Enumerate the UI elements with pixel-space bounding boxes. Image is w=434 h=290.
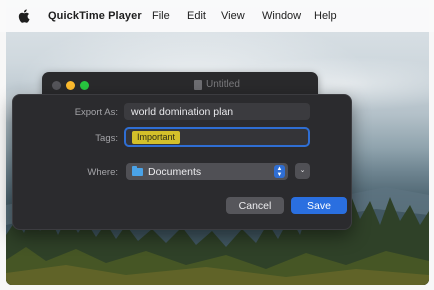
export-as-field[interactable]: world domination plan <box>124 103 310 120</box>
where-label: Where: <box>87 167 118 178</box>
select-stepper-icon: ▲ ▼ <box>274 165 285 178</box>
menu-window[interactable]: Window <box>262 10 301 22</box>
menu-file[interactable]: File <box>152 10 170 22</box>
tags-label: Tags: <box>95 133 118 144</box>
menu-view[interactable]: View <box>221 10 245 22</box>
document-icon <box>194 79 202 90</box>
menu-edit[interactable]: Edit <box>187 10 206 22</box>
menu-bar: QuickTime Player File Edit View Window H… <box>0 0 434 32</box>
save-button[interactable]: Save <box>291 197 347 214</box>
export-as-label: Export As: <box>74 107 118 118</box>
where-select[interactable]: Documents ▲ ▼ <box>126 163 288 180</box>
tags-field[interactable]: Important <box>124 127 310 147</box>
menu-app-name[interactable]: QuickTime Player <box>48 10 142 22</box>
minimize-button[interactable] <box>66 81 75 90</box>
cancel-button[interactable]: Cancel <box>226 197 284 214</box>
export-as-value: world domination plan <box>131 105 234 118</box>
desktop: QuickTime Player File Edit View Window H… <box>0 0 434 290</box>
export-sheet: Export As: world domination plan Tags: I… <box>12 94 352 230</box>
close-button[interactable] <box>52 81 61 90</box>
where-value: Documents <box>148 165 202 178</box>
expand-button[interactable]: ⌄ <box>295 163 310 179</box>
menu-help[interactable]: Help <box>314 10 337 22</box>
window-title-text: Untitled <box>206 79 240 90</box>
folder-icon <box>132 165 143 176</box>
zoom-button[interactable] <box>80 81 89 90</box>
chevron-down-icon: ⌄ <box>299 167 306 174</box>
window-title: Untitled <box>194 79 240 90</box>
apple-logo-icon[interactable] <box>18 9 30 23</box>
tag-chip-important[interactable]: Important <box>132 130 181 144</box>
